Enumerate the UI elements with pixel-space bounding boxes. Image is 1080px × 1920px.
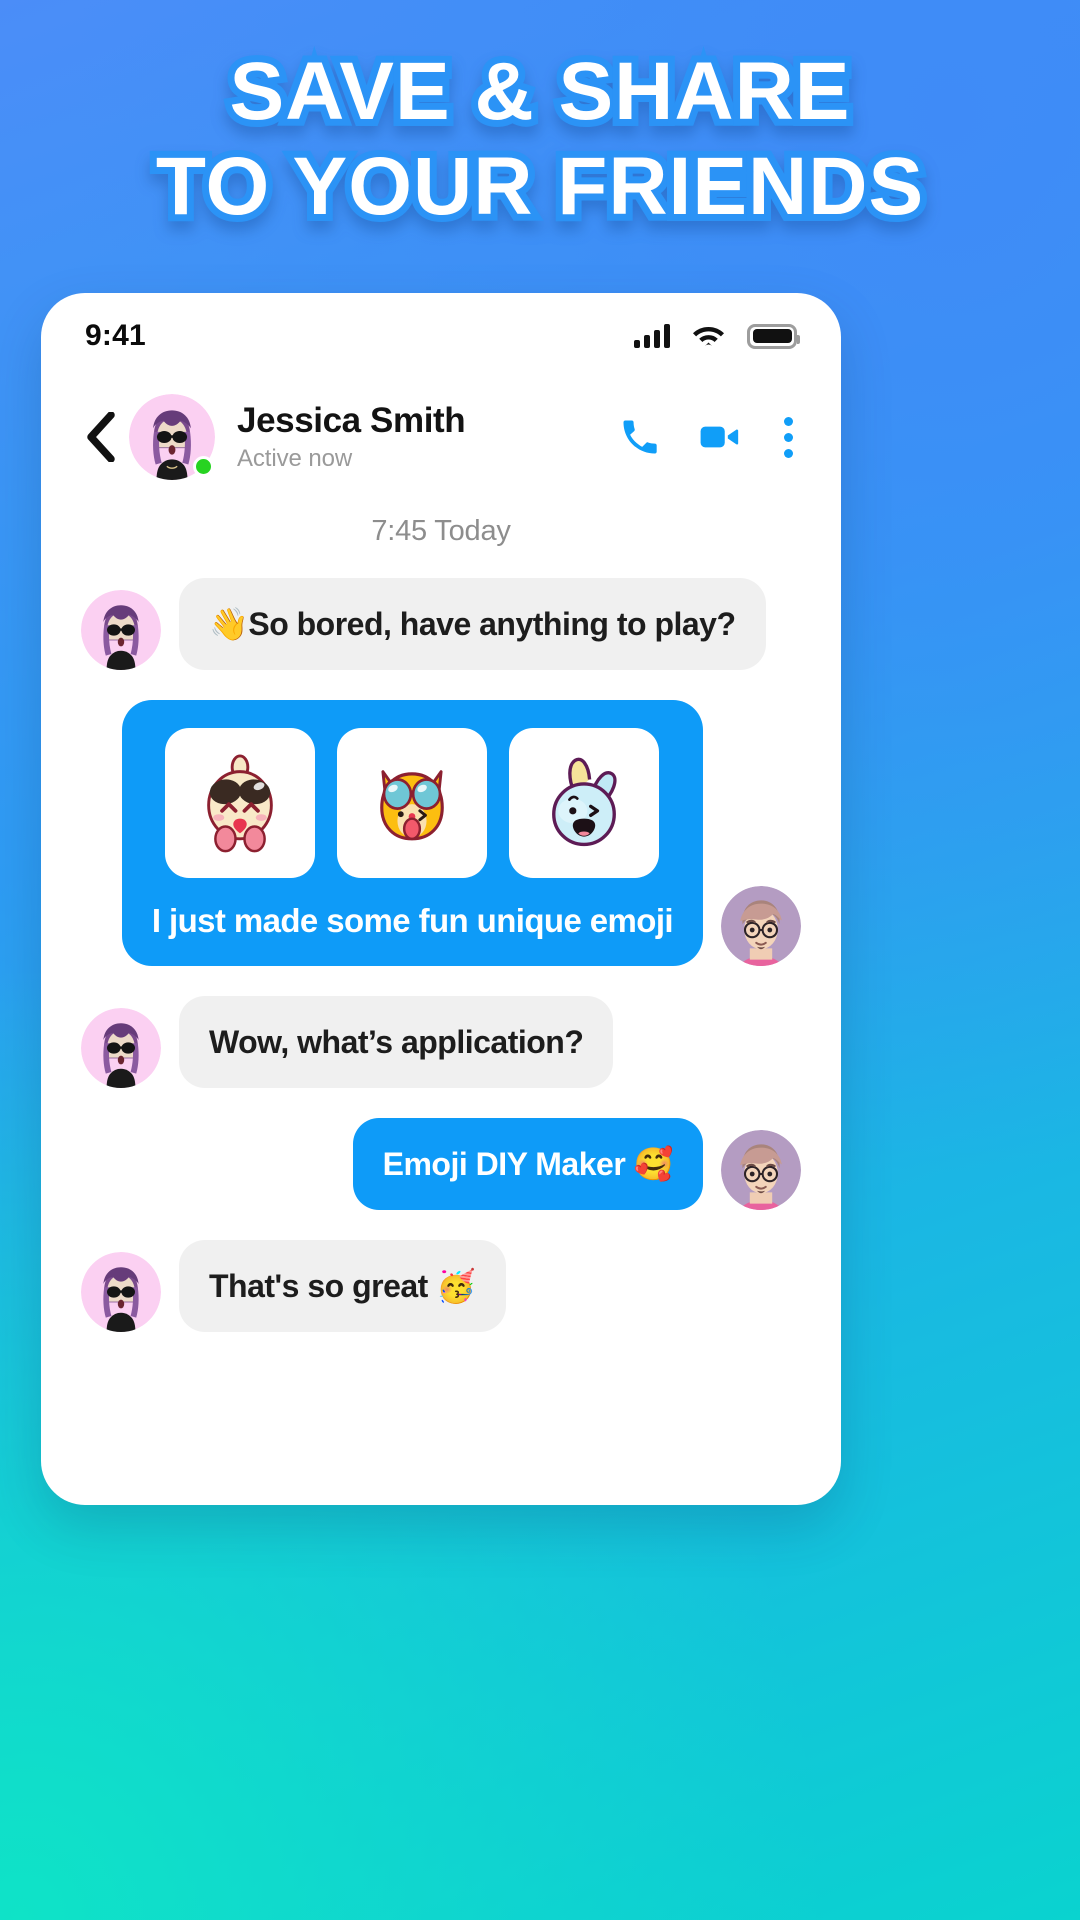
headline-line-1: SAVE & SHARE bbox=[222, 39, 856, 144]
message-row-incoming: Wow, what’s application? bbox=[41, 996, 841, 1088]
promo-headline: SAVE & SHARE TO YOUR FRIENDS bbox=[0, 39, 1080, 239]
me-avatar[interactable] bbox=[721, 1130, 801, 1210]
battery-icon bbox=[747, 323, 800, 349]
status-bar-icons bbox=[634, 323, 800, 349]
promo-screen: SAVE & SHARE TO YOUR FRIENDS 9:41 Jessic… bbox=[0, 0, 1080, 1920]
message-bubble[interactable]: 👋So bored, have anything to play? bbox=[179, 578, 766, 670]
jessica-avatar[interactable] bbox=[81, 1008, 161, 1088]
message-bubble[interactable]: Wow, what’s application? bbox=[179, 996, 614, 1088]
me-avatar[interactable] bbox=[721, 886, 801, 966]
contact-status: Active now bbox=[237, 444, 353, 472]
status-bar: 9:41 bbox=[41, 293, 841, 379]
chat-header: Jessica Smith Active now bbox=[41, 379, 841, 491]
message-row-outgoing: Emoji DIY Maker 🥰 bbox=[41, 1118, 841, 1210]
contact-name: Jessica Smith bbox=[237, 401, 466, 441]
sticker-blue-bunny-icon bbox=[552, 757, 617, 847]
message-bubble[interactable]: That's so great 🥳 bbox=[179, 1240, 506, 1332]
message-bubble[interactable]: Emoji DIY Maker 🥰 bbox=[352, 1118, 703, 1210]
sticker-blue-bunny[interactable] bbox=[509, 728, 660, 878]
conversation-list: 7:45 Today 👋So bored, have anything to p… bbox=[41, 491, 841, 1332]
jessica-avatar[interactable] bbox=[81, 590, 161, 670]
kebab-menu-icon bbox=[784, 416, 793, 426]
phone-mockup: 9:41 Jessica Smith Active now 7:45 Today… bbox=[41, 293, 841, 1505]
status-bar-time: 9:41 bbox=[85, 319, 146, 352]
sticker-bunny-sunglasses[interactable] bbox=[165, 728, 316, 878]
conversation-daystamp: 7:45 Today bbox=[371, 515, 511, 547]
phone-icon[interactable] bbox=[618, 415, 662, 459]
message-row-incoming: That's so great 🥳 bbox=[41, 1240, 841, 1332]
header-actions bbox=[618, 413, 801, 462]
sticker-grid bbox=[152, 728, 673, 878]
sticker-cat-sunglasses-icon bbox=[380, 770, 445, 841]
wifi-icon bbox=[693, 327, 724, 346]
message-row-incoming: 👋So bored, have anything to play? bbox=[41, 578, 841, 670]
sticker-bunny-sunglasses-icon bbox=[207, 754, 274, 853]
back-button[interactable] bbox=[77, 412, 123, 462]
sticker-message-bubble[interactable]: I just made some fun unique emoji bbox=[121, 700, 703, 966]
sticker-cat-sunglasses[interactable] bbox=[337, 728, 488, 878]
header-avatar[interactable] bbox=[129, 394, 215, 480]
jessica-avatar[interactable] bbox=[81, 1252, 161, 1332]
sticker-message-caption: I just made some fun unique emoji bbox=[151, 902, 674, 939]
message-row-outgoing-stickers: I just made some fun unique emoji bbox=[41, 700, 841, 966]
headline-line-2: TO YOUR FRIENDS bbox=[149, 134, 930, 239]
online-status-dot bbox=[193, 456, 214, 477]
more-options-button[interactable] bbox=[776, 413, 801, 462]
header-contact-info: Jessica Smith Active now bbox=[237, 401, 604, 472]
chevron-left-icon bbox=[87, 412, 115, 462]
signal-bars-icon bbox=[634, 324, 670, 348]
video-camera-icon[interactable] bbox=[696, 414, 742, 460]
